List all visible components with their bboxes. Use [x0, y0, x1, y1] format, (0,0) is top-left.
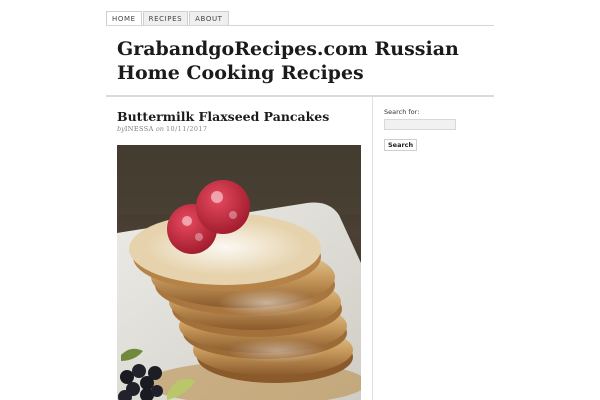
pancake-stack-photo[interactable]: [117, 145, 361, 400]
nav-tab-about[interactable]: ABOUT: [189, 11, 229, 25]
search-button[interactable]: Search: [384, 139, 418, 151]
site-title[interactable]: GrabandgoRecipes.com Russian Home Cookin…: [117, 37, 487, 85]
top-nav: HOME RECIPES ABOUT: [106, 11, 230, 26]
page-wrapper: HOME RECIPES ABOUT GrabandgoRecipes.com …: [106, 0, 494, 400]
column-divider: [372, 97, 373, 400]
pancake-photo-illustration: [117, 145, 361, 400]
nav-divider: [106, 25, 494, 26]
post-author[interactable]: INESSA: [125, 125, 154, 133]
header-divider: [106, 95, 494, 97]
sidebar: Search for: Search: [384, 108, 484, 151]
post-byline: byINESSA on 10/11/2017: [117, 125, 207, 133]
post-title[interactable]: Buttermilk Flaxseed Pancakes: [117, 109, 329, 124]
nav-tab-home[interactable]: HOME: [106, 11, 142, 26]
byline-on: on: [155, 125, 164, 133]
search-input[interactable]: [384, 119, 456, 130]
search-label: Search for:: [384, 108, 420, 116]
nav-tab-recipes[interactable]: RECIPES: [142, 11, 189, 25]
byline-by: by: [117, 125, 125, 133]
post-date: 10/11/2017: [166, 125, 208, 133]
